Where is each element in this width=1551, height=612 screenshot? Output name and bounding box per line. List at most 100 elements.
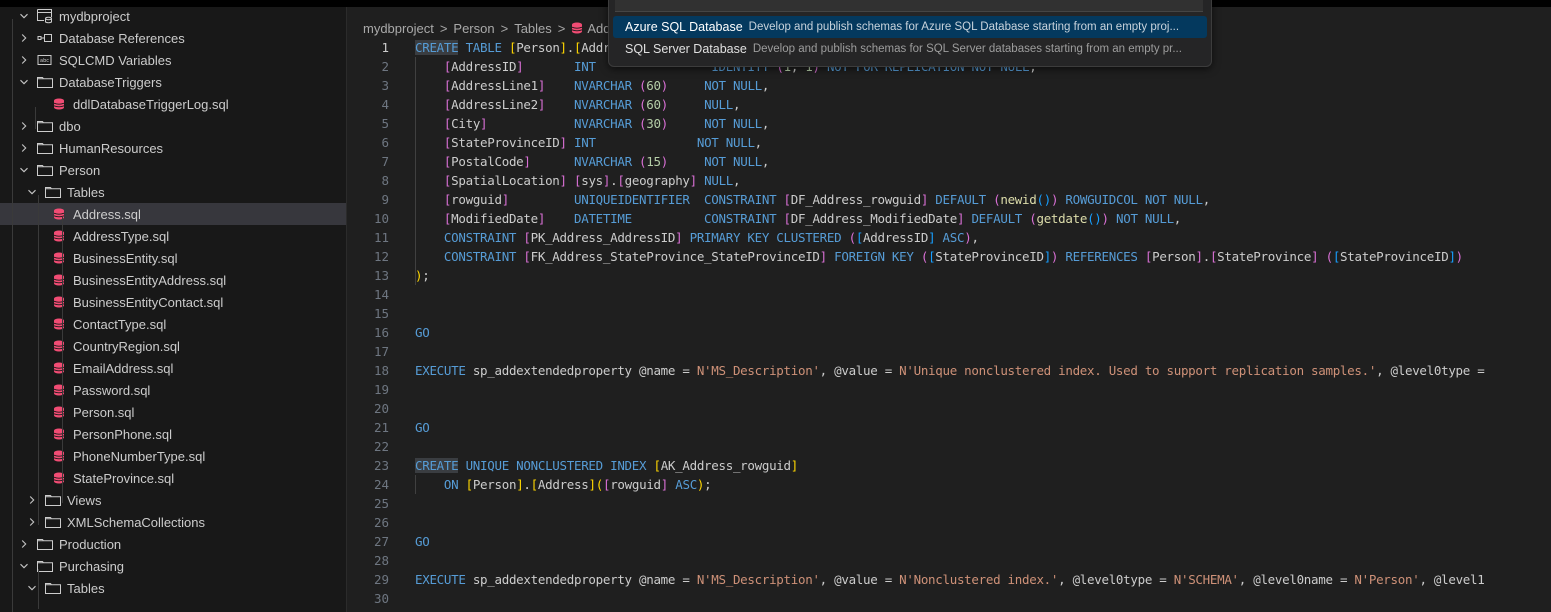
quick-pick-item-sql-server[interactable]: SQL Server Database Develop and publish … (613, 38, 1207, 60)
code-line[interactable]: [rowguid] UNIQUEIDENTIFIER CONSTRAINT [D… (415, 190, 1210, 209)
tree-item-folder[interactable]: Production (0, 533, 346, 555)
chevron-right-icon[interactable] (16, 118, 32, 134)
tree-item-file[interactable]: CountryRegion.sql (0, 335, 346, 357)
tree-item-file[interactable]: BusinessEntity.sql (0, 247, 346, 269)
code-token: DATETIME CONSTRAINT (574, 211, 784, 226)
code-token: N'Nonclustered index.' (899, 572, 1059, 587)
code-token: NVARCHAR (574, 116, 640, 131)
breadcrumb-item-project[interactable]: mydbproject (363, 21, 434, 36)
code-line[interactable]: [SpatialLocation] [sys].[geography] NULL… (415, 171, 741, 190)
chevron-down-icon[interactable] (16, 74, 32, 90)
tree-item-file[interactable]: EmailAddress.sql (0, 357, 346, 379)
chevron-down-icon[interactable] (16, 558, 32, 574)
code-line[interactable]: [PostalCode] NVARCHAR (15) NOT NULL, (415, 152, 770, 171)
tree-item-folder[interactable]: Purchasing (0, 555, 346, 577)
tree-item-file[interactable]: Person.sql (0, 401, 346, 423)
tree-item-folder[interactable]: HumanResources (0, 137, 346, 159)
tree-item-folder[interactable]: Database References (0, 27, 346, 49)
code-token: , (1173, 211, 1182, 226)
code-line[interactable]: [AddressLine1] NVARCHAR (60) NOT NULL, (415, 76, 770, 95)
tree-item-label: CountryRegion.sql (73, 338, 180, 354)
quick-pick-input[interactable] (615, 0, 1203, 12)
code-token: () (1036, 192, 1051, 207)
code-token: . (566, 40, 575, 55)
folder-icon (36, 74, 54, 90)
breadcrumb-item-person[interactable]: Person (453, 21, 494, 36)
code-line[interactable]: CONSTRAINT [FK_Address_StateProvince_Sta… (415, 247, 1463, 266)
tree-item-folder[interactable]: Views (0, 489, 346, 511)
sql-file-icon (50, 206, 68, 222)
tree-item-label: Address.sql (73, 206, 141, 222)
tree-item-folder[interactable]: XMLSchemaCollections (0, 511, 346, 533)
code-token: NOT NULL (696, 135, 755, 150)
tree-item-folder[interactable]: DatabaseTriggers (0, 71, 346, 93)
code-line[interactable]: CREATE UNIQUE NONCLUSTERED INDEX [AK_Add… (415, 456, 798, 475)
code-line[interactable]: EXECUTE sp_addextendedproperty @name = N… (415, 361, 1492, 380)
tree-item-file[interactable]: Password.sql (0, 379, 346, 401)
code-token: ( (848, 230, 857, 245)
tree-item-label: Production (59, 536, 122, 552)
code-line[interactable]: ON [Person].[Address]([rowguid] ASC); (415, 475, 712, 494)
code-line[interactable]: [City] NVARCHAR (30) NOT NULL, (415, 114, 770, 133)
folder-icon (44, 492, 62, 508)
tree-item-folder[interactable]: abc SQLCMD Variables (0, 49, 346, 71)
chevron-right-icon[interactable] (16, 536, 32, 552)
code-token: rowguid (610, 477, 661, 492)
code-token: ] (537, 78, 546, 93)
line-number: 23 (373, 458, 389, 473)
explorer-sidebar: mydbproject Database References abc SQLCMD … (0, 7, 347, 612)
tree-item-file[interactable]: AddressType.sql (0, 225, 346, 247)
chevron-down-icon[interactable] (16, 162, 32, 178)
tree-item-file[interactable]: BusinessEntityAddress.sql (0, 269, 346, 291)
code-token: DF_Address_ModifiedDate (790, 211, 958, 226)
line-number: 20 (373, 401, 389, 416)
sql-file-icon (50, 360, 68, 376)
tree-item-file[interactable]: StateProvince.sql (0, 467, 346, 489)
tree-item-folder[interactable]: Tables (0, 577, 346, 599)
code-token: , @level0type = (1058, 572, 1174, 587)
code-token: AddressID (863, 230, 929, 245)
tree-item-folder[interactable]: dbo (0, 115, 346, 137)
code-line[interactable]: ); (415, 266, 430, 285)
tree-item-file[interactable]: PhoneNumberType.sql (0, 445, 346, 467)
line-number: 8 (381, 173, 389, 188)
code-line[interactable]: GO (415, 323, 430, 342)
folder-icon (44, 580, 62, 596)
sql-file-icon (50, 294, 68, 310)
tree-item-label: BusinessEntityContact.sql (73, 294, 224, 310)
tree-item-folder[interactable]: Person (0, 159, 346, 181)
code-token: ] (689, 173, 698, 188)
code-line[interactable]: GO (415, 418, 430, 437)
tree-item-file[interactable]: ddlDatabaseTriggerLog.sql (0, 93, 346, 115)
tree-item-folder[interactable]: Tables (0, 181, 346, 203)
chevron-right-icon[interactable] (16, 30, 32, 46)
tree-item-file[interactable]: ContactType.sql (0, 313, 346, 335)
breadcrumb-item-tables[interactable]: Tables (514, 21, 552, 36)
folder-icon (44, 184, 62, 200)
sql-file-icon (571, 22, 583, 34)
code-token: ) (660, 116, 669, 131)
code-line[interactable]: GO (415, 532, 430, 551)
code-token: NULL (704, 97, 733, 112)
tree-item-file[interactable]: PersonPhone.sql (0, 423, 346, 445)
code-line[interactable]: [ModifiedDate] DATETIME CONSTRAINT [DF_A… (415, 209, 1181, 228)
chevron-right-icon[interactable] (16, 140, 32, 156)
line-number: 9 (381, 192, 389, 207)
chevron-right-icon[interactable] (16, 52, 32, 68)
code-line[interactable]: CREATE TABLE [Person].[Address] (415, 38, 639, 57)
chevron-down-icon[interactable] (16, 8, 32, 24)
tree-item-file[interactable]: BusinessEntityContact.sql (0, 291, 346, 313)
code-line[interactable]: EXECUTE sp_addextendedproperty @name = N… (415, 570, 1485, 589)
quick-pick-item-azure-sql[interactable]: Azure SQL Database Develop and publish s… (613, 16, 1207, 38)
code-line[interactable]: [StateProvinceID] INT NOT NULL, (415, 133, 762, 152)
code-line[interactable]: [AddressLine2] NVARCHAR (60) NULL, (415, 95, 741, 114)
tree-item-file[interactable]: Address.sql (0, 203, 346, 225)
code-token: [ (617, 173, 625, 188)
code-line[interactable]: CONSTRAINT [PK_Address_AddressID] PRIMAR… (415, 228, 979, 247)
tree-item-folder[interactable]: mydbproject (0, 7, 346, 27)
code-token: sp_addextendedproperty @name = (465, 572, 697, 587)
